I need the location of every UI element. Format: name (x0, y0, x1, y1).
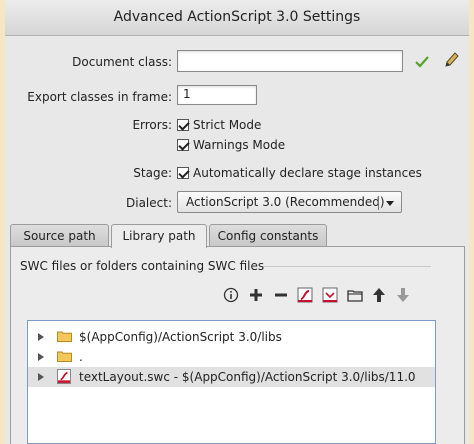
tab-library-path[interactable]: Library path (111, 224, 207, 248)
list-item-text: . (79, 350, 83, 364)
swc-section-label: SWC files or folders containing SWC file… (20, 259, 265, 273)
expand-arrow-icon[interactable] (38, 353, 44, 361)
section-divider (263, 266, 431, 267)
list-item-text: $(AppConfig)/ActionScript 3.0/libs (79, 330, 282, 344)
document-class-input[interactable] (177, 50, 403, 72)
add-swc-icon[interactable] (297, 287, 313, 303)
browse-folder-icon[interactable] (347, 287, 363, 303)
expand-arrow-icon[interactable] (38, 333, 44, 341)
warnings-mode-label: Warnings Mode (193, 138, 286, 152)
remove-icon[interactable] (273, 287, 289, 303)
list-item[interactable]: $(AppConfig)/ActionScript 3.0/libs (28, 327, 435, 347)
list-item-text: textLayout.swc - $(AppConfig)/ActionScri… (79, 370, 416, 384)
list-item[interactable]: textLayout.swc - $(AppConfig)/ActionScri… (28, 367, 435, 387)
swc-file-icon (57, 369, 71, 384)
export-frame-input[interactable]: 1 (177, 85, 257, 105)
dialect-value: ActionScript 3.0 (Recommended) (186, 195, 385, 209)
errors-label: Errors: (132, 118, 172, 132)
move-up-icon[interactable] (371, 287, 387, 303)
chevron-down-icon (386, 201, 394, 206)
strict-mode-label: Strict Mode (193, 118, 262, 132)
info-icon[interactable] (223, 287, 239, 303)
stage-label: Stage: (133, 166, 172, 180)
export-frame-label: Export classes in frame: (27, 90, 172, 104)
auto-declare-label: Automatically declare stage instances (193, 166, 422, 180)
list-item[interactable]: . (28, 347, 435, 367)
dialect-separator (378, 196, 379, 210)
dialect-label: Dialect: (126, 196, 172, 210)
browse-sdk-icon[interactable] (322, 287, 338, 303)
tab-config-constants[interactable]: Config constants (209, 224, 327, 246)
validate-check-icon[interactable] (415, 56, 429, 68)
auto-declare-checkbox[interactable] (177, 167, 189, 179)
library-path-list[interactable]: $(AppConfig)/ActionScript 3.0/libs . tex… (27, 320, 436, 444)
warnings-mode-checkbox[interactable] (177, 139, 189, 151)
strict-mode-checkbox[interactable] (177, 119, 189, 131)
tab-source-path[interactable]: Source path (10, 224, 109, 246)
expand-arrow-icon[interactable] (38, 373, 44, 381)
dialect-select[interactable]: ActionScript 3.0 (Recommended) (177, 191, 402, 213)
folder-icon (57, 351, 72, 362)
document-class-label: Document class: (72, 55, 172, 69)
add-icon[interactable] (248, 287, 264, 303)
window-title: Advanced ActionScript 3.0 Settings (5, 0, 469, 36)
edit-pencil-icon[interactable] (443, 51, 459, 69)
move-down-icon[interactable] (395, 287, 411, 303)
settings-dialog: Advanced ActionScript 3.0 Settings Docum… (5, 0, 469, 444)
folder-icon (57, 331, 72, 342)
